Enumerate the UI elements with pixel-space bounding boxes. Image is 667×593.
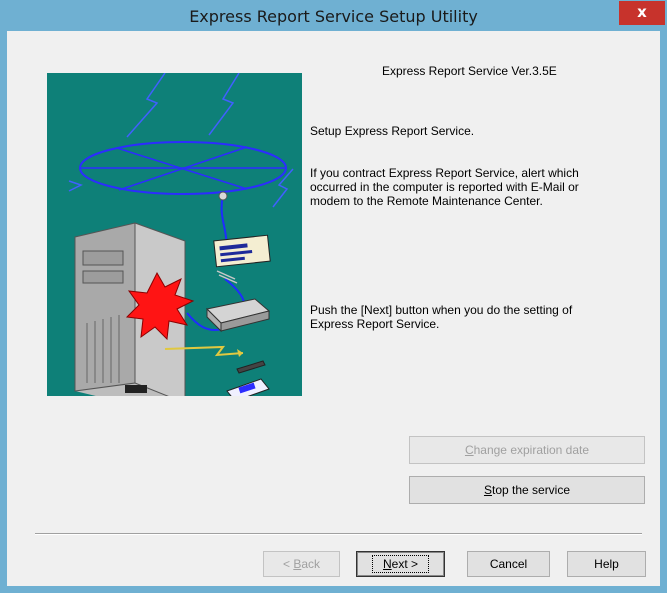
close-icon: x	[637, 3, 647, 21]
description-line: If you contract Express Report Service, …	[310, 166, 579, 180]
instruction-text: Push the [Next] button when you do the s…	[310, 303, 640, 331]
button-divider	[35, 533, 642, 535]
close-button[interactable]: x	[619, 1, 665, 25]
express-report-illustration	[47, 73, 302, 396]
change-expiration-date-button[interactable]: Change expiration date	[409, 436, 645, 464]
version-label: Express Report Service Ver.3.5E	[382, 64, 557, 78]
title-bar[interactable]: Express Report Service Setup Utility x	[1, 1, 666, 31]
next-button[interactable]: Next >	[356, 551, 445, 577]
description-line: occurred in the computer is reported wit…	[310, 180, 579, 194]
instruction-line: Push the [Next] button when you do the s…	[310, 303, 573, 317]
window-title: Express Report Service Setup Utility	[189, 7, 478, 26]
setup-window: Express Report Service Setup Utility x E…	[0, 0, 667, 593]
back-button[interactable]: < Back	[263, 551, 340, 577]
focus-rect: Next >	[371, 555, 430, 573]
intro-text: Setup Express Report Service.	[310, 124, 475, 138]
instruction-line: Express Report Service.	[310, 317, 440, 331]
cancel-button[interactable]: Cancel	[467, 551, 550, 577]
description-line: modem to the Remote Maintenance Center.	[310, 194, 543, 208]
dialog-body: Express Report Service Ver.3.5E Setup Ex…	[7, 31, 660, 586]
stop-service-button[interactable]: Stop the service	[409, 476, 645, 504]
help-button[interactable]: Help	[567, 551, 646, 577]
description-text: If you contract Express Report Service, …	[310, 166, 640, 208]
